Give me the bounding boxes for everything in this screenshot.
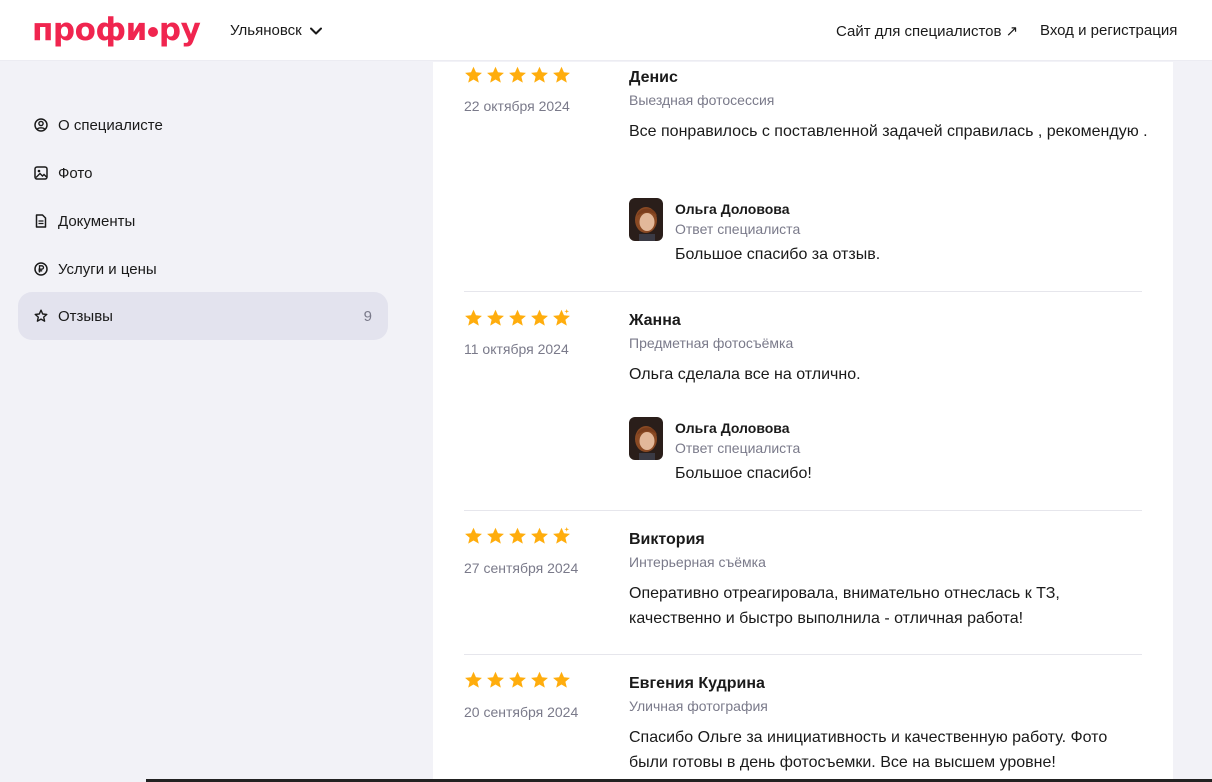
- star-full-icon: [509, 309, 526, 326]
- top-header: профи ру Ульяновск Сайт для специалистов …: [0, 0, 1212, 61]
- star-half-icon: [553, 309, 570, 326]
- review-date: 11 октября 2024: [464, 341, 569, 357]
- chevron-down-icon: [309, 27, 322, 34]
- profi-logo[interactable]: профи ру: [32, 12, 201, 48]
- star-full-icon: [509, 527, 526, 544]
- specialists-site-link[interactable]: Сайт для специалистов ↗: [836, 22, 1018, 40]
- city-selector[interactable]: Ульяновск: [230, 22, 322, 39]
- review-divider: [464, 510, 1142, 511]
- star-full-icon: [465, 671, 482, 688]
- review-date: 20 сентября 2024: [464, 704, 579, 720]
- review-author: Денис: [629, 69, 678, 86]
- rating-stars: [464, 527, 571, 545]
- review-text: Спасибо Ольге за инициативность и качест…: [629, 729, 1108, 771]
- city-label: Ульяновск: [230, 22, 302, 39]
- reply-role: Ответ специалиста: [675, 440, 801, 456]
- document-icon: [34, 214, 48, 228]
- sidebar-item-label: Документы: [58, 212, 136, 230]
- star-full-icon: [553, 66, 570, 83]
- reviews-count-badge: 9: [363, 307, 372, 325]
- rating-stars: [464, 671, 571, 689]
- star-full-icon: [487, 527, 504, 544]
- star-full-icon: [465, 66, 482, 83]
- star-half-icon: [553, 527, 570, 544]
- star-icon: [34, 309, 48, 323]
- reply-text: Большое спасибо!: [675, 465, 812, 482]
- sidebar-item-photo[interactable]: Фото: [18, 149, 388, 197]
- review-author: Евгения Кудрина: [629, 675, 765, 692]
- review-text: Ольга сделала все на отлично.: [629, 366, 861, 383]
- review-service: Уличная фотография: [629, 698, 768, 714]
- reviews-panel: 22 октября 2024 Денис Выездная фотосесси…: [433, 62, 1173, 782]
- sidebar-item-services[interactable]: Услуги и цены: [18, 245, 388, 293]
- logo-text-right: ру: [158, 12, 201, 48]
- star-full-icon: [531, 309, 548, 326]
- star-full-icon: [465, 527, 482, 544]
- review-service: Выездная фотосессия: [629, 92, 775, 108]
- sidebar-item-label: Услуги и цены: [58, 260, 157, 278]
- login-register-link[interactable]: Вход и регистрация: [1040, 22, 1177, 39]
- sidebar-item-label: О специалисте: [58, 116, 163, 134]
- review-author: Виктория: [629, 531, 705, 548]
- person-circle-icon: [34, 118, 48, 132]
- sidebar-item-documents[interactable]: Документы: [18, 197, 388, 245]
- review-service: Интерьерная съёмка: [629, 554, 766, 570]
- review-service: Предметная фотосъёмка: [629, 335, 794, 351]
- ruble-icon: [34, 262, 48, 276]
- rating-stars: [464, 309, 571, 327]
- profile-sidebar: О специалисте Фото Документы Услуги и це…: [0, 62, 432, 782]
- star-full-icon: [509, 66, 526, 83]
- image-icon: [34, 166, 48, 180]
- reply-text: Большое спасибо за отзыв.: [675, 246, 881, 263]
- reply-role: Ответ специалиста: [675, 221, 801, 237]
- avatar: [629, 417, 663, 460]
- review-text: Все понравилось с поставленной задачей с…: [629, 123, 1148, 140]
- star-full-icon: [531, 66, 548, 83]
- sidebar-item-label: Фото: [58, 164, 93, 182]
- reply-author: Ольга Доловова: [675, 201, 790, 217]
- logo-text-left: профи: [32, 12, 147, 48]
- star-full-icon: [487, 66, 504, 83]
- sidebar-item-label: Отзывы: [58, 307, 113, 325]
- sidebar-item-reviews[interactable]: Отзывы 9: [18, 292, 388, 340]
- rating-stars: [464, 66, 571, 84]
- star-full-icon: [553, 671, 570, 688]
- review-text: Оперативно отреагировала, внимательно от…: [629, 585, 1060, 627]
- star-full-icon: [487, 309, 504, 326]
- logo-dot-icon: [147, 27, 158, 37]
- sidebar-item-about[interactable]: О специалисте: [18, 101, 388, 149]
- review-date: 22 октября 2024: [464, 98, 570, 114]
- review-author: Жанна: [629, 312, 681, 329]
- avatar: [629, 198, 663, 241]
- reply-author: Ольга Доловова: [675, 420, 790, 436]
- star-full-icon: [531, 671, 548, 688]
- star-full-icon: [465, 309, 482, 326]
- star-full-icon: [487, 671, 504, 688]
- review-divider: [464, 291, 1142, 292]
- star-full-icon: [531, 527, 548, 544]
- star-full-icon: [509, 671, 526, 688]
- review-date: 27 сентября 2024: [464, 560, 579, 576]
- review-divider: [464, 654, 1142, 655]
